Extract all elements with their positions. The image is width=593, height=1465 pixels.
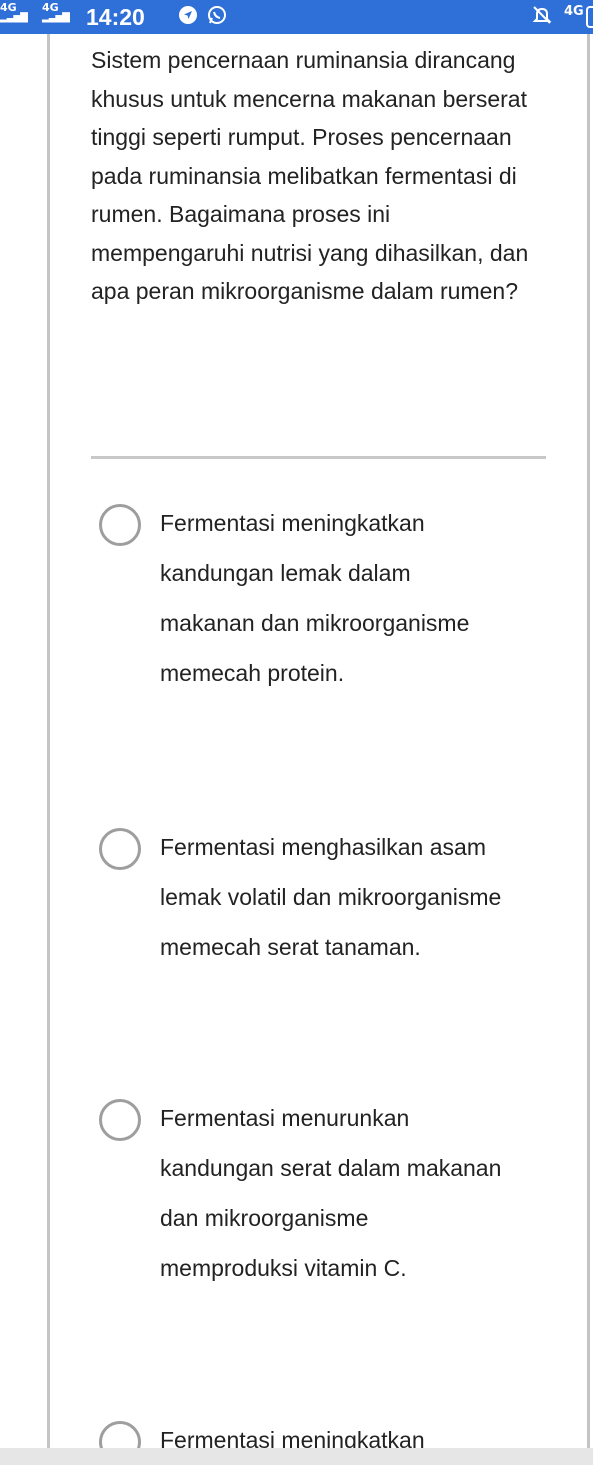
bottom-edge bbox=[0, 1448, 593, 1465]
battery-icon bbox=[586, 6, 593, 28]
divider bbox=[91, 456, 546, 459]
signal-bars-icon: ▂▃▅▇ bbox=[0, 12, 28, 23]
network-type-label: 4G bbox=[564, 4, 584, 19]
answer-option-label: Fermentasi menghasilkan asam lemak volat… bbox=[160, 834, 502, 960]
radio-button[interactable] bbox=[99, 1099, 141, 1141]
clock: 14:20 bbox=[86, 4, 145, 30]
answer-option-label: Fermentasi menurunkan kandungan serat da… bbox=[160, 1105, 502, 1281]
answer-option[interactable]: Fermentasi meningkatkan bbox=[97, 1415, 527, 1448]
answer-option-label: Fermentasi meningkatkan kandungan lemak … bbox=[160, 510, 470, 686]
radio-button[interactable] bbox=[99, 504, 141, 546]
location-arrow-icon bbox=[179, 6, 197, 24]
mute-bell-icon bbox=[532, 6, 552, 24]
radio-button[interactable] bbox=[99, 1421, 141, 1448]
question-text: Sistem pencernaan ruminansia dirancang k… bbox=[91, 47, 529, 304]
radio-button[interactable] bbox=[99, 828, 141, 870]
whatsapp-icon bbox=[208, 6, 226, 24]
answer-option-label: Fermentasi meningkatkan bbox=[160, 1427, 425, 1448]
status-bar: 4G ▂▃▅▇ 4G ▂▃▅▇ 14:20 4G bbox=[0, 0, 593, 34]
network-indicator-1: 4G ▂▃▅▇ bbox=[0, 2, 28, 23]
network-indicator-2: 4G ▂▃▅▇ bbox=[42, 2, 70, 23]
signal-bars-icon: ▂▃▅▇ bbox=[42, 12, 70, 23]
